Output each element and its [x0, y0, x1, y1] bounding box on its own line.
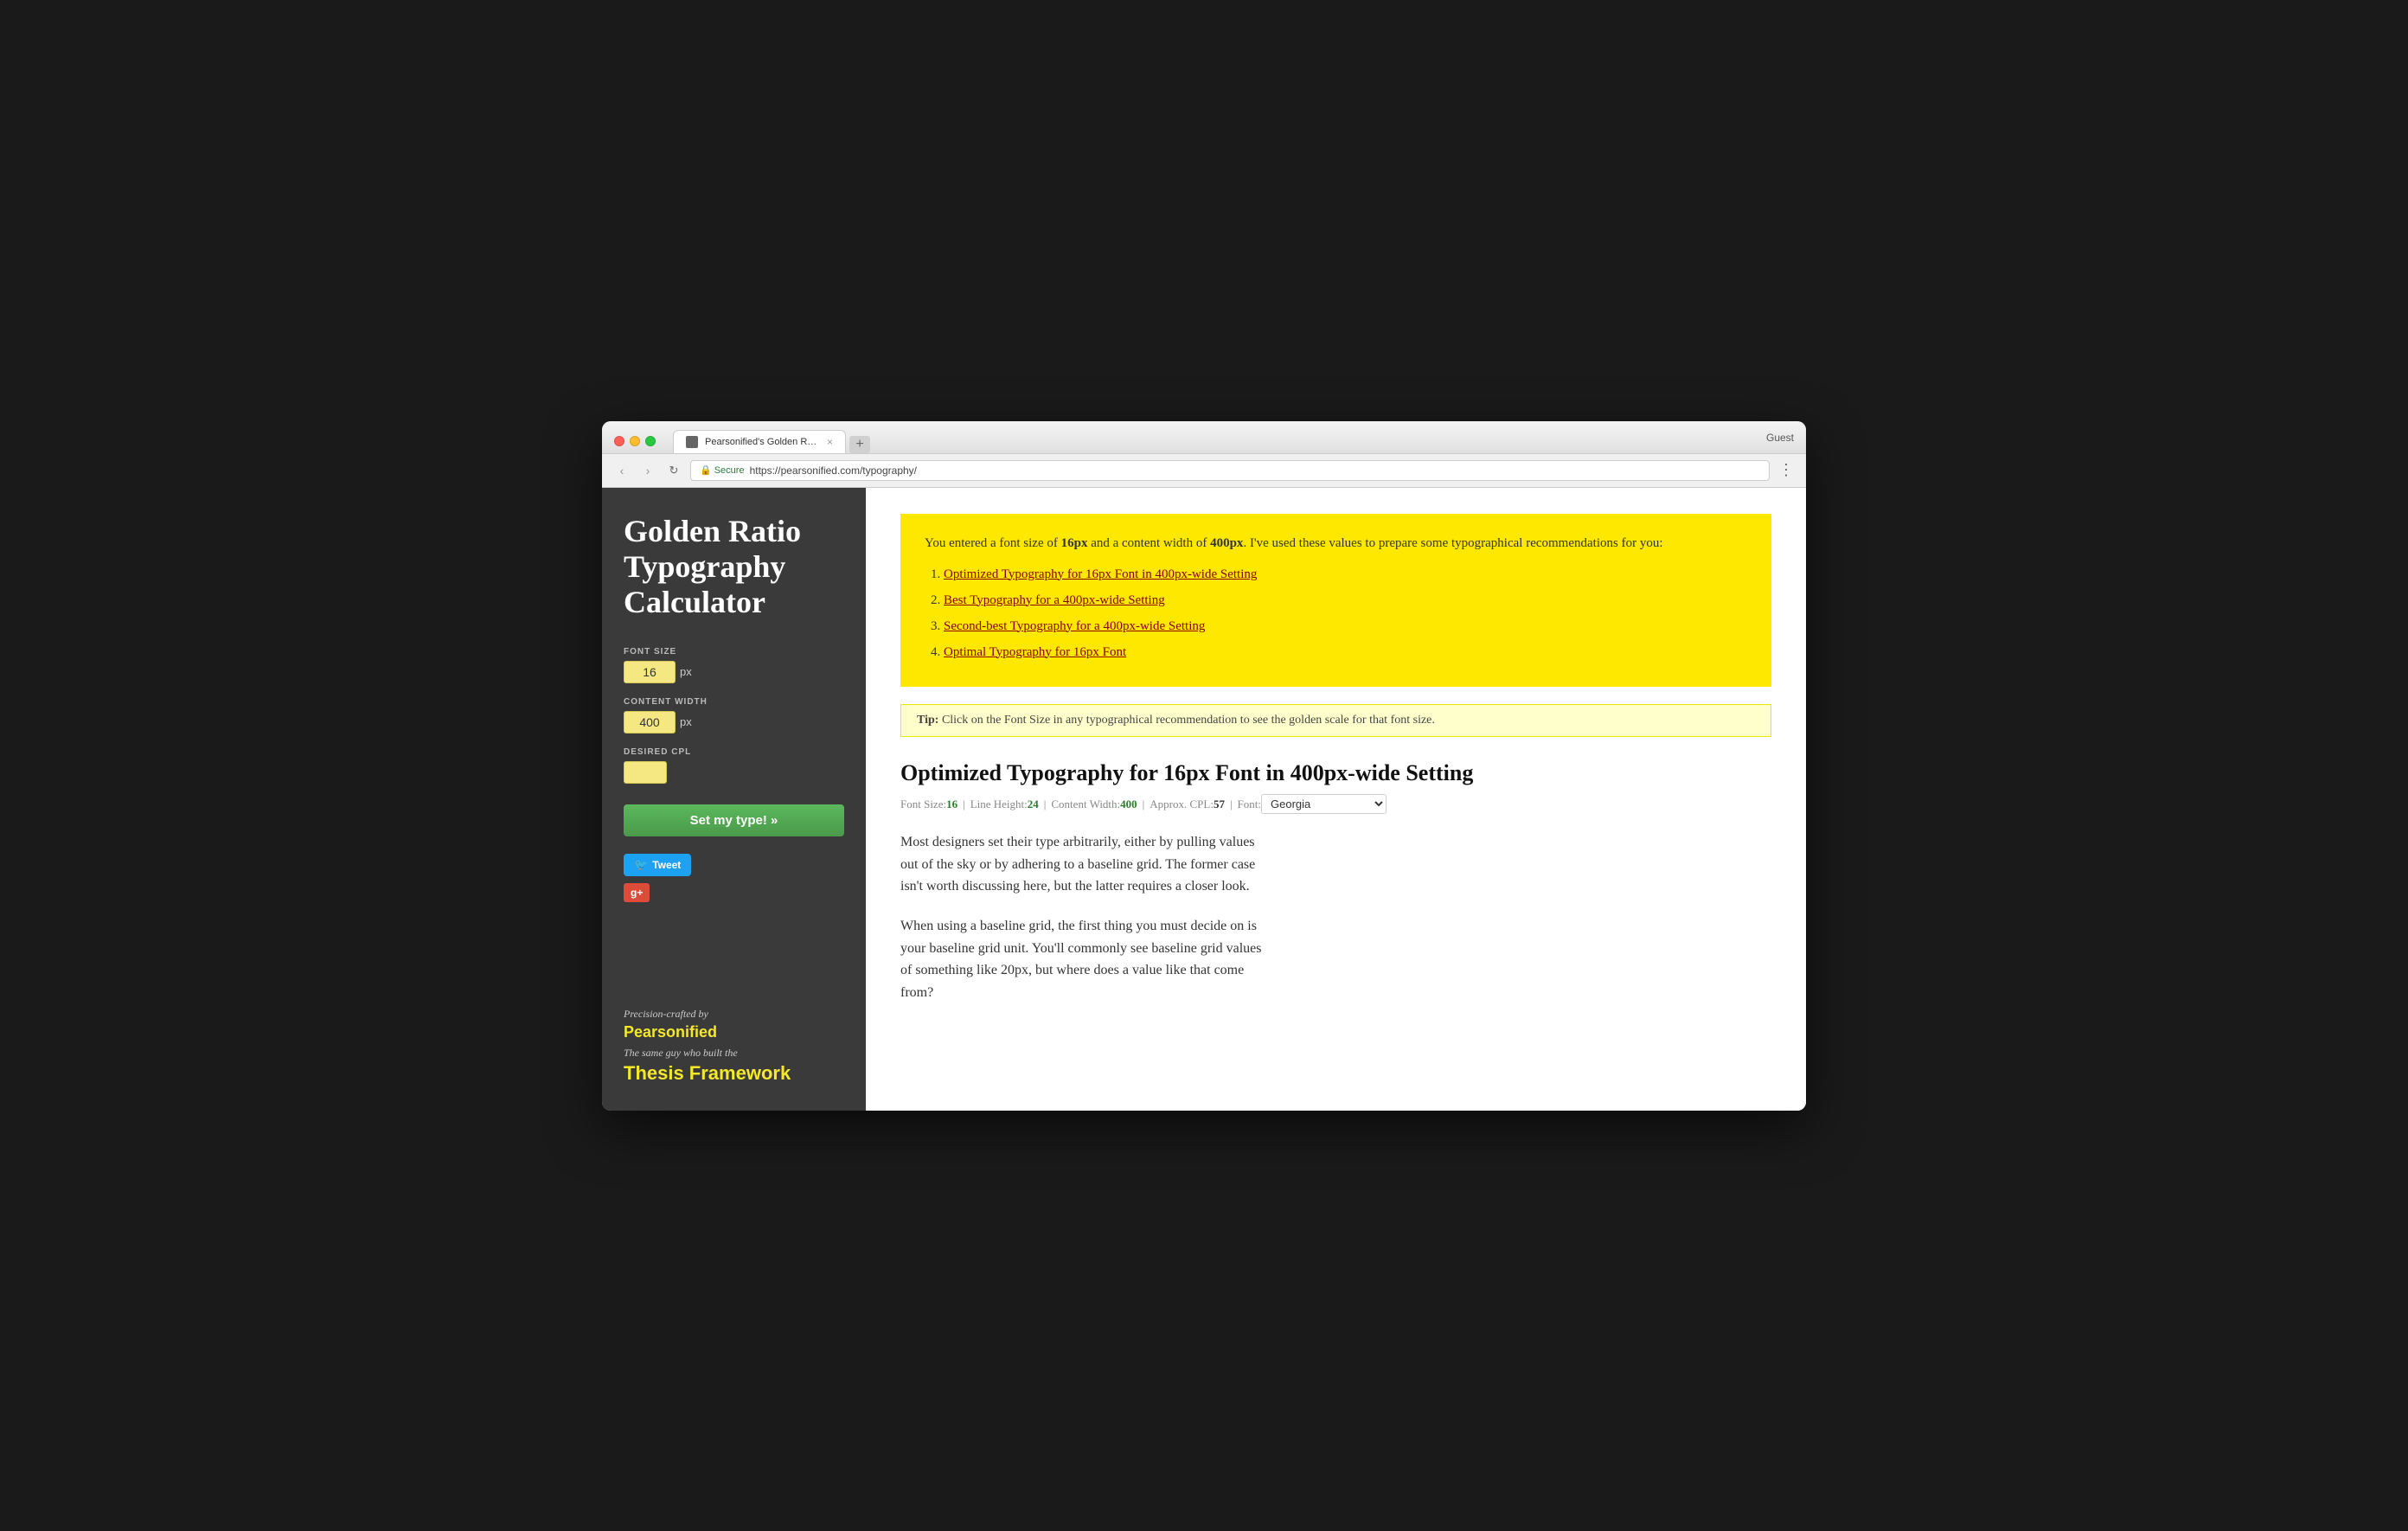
content-width-label: CONTENT WIDTH [624, 697, 844, 707]
desired-cpl-input[interactable] [624, 761, 667, 784]
browser-toolbar: ‹ › ↻ 🔒 Secure https://pearsonified.com/… [602, 454, 1806, 488]
traffic-lights [614, 436, 656, 446]
sidebar: Golden Ratio Typography Calculator FONT … [602, 488, 866, 1111]
intro-text: You entered a font size of 16px and a co… [925, 533, 1747, 554]
font-size-meta-val[interactable]: 16 [946, 798, 957, 811]
twitter-icon: 🐦 [634, 858, 648, 872]
yellow-intro-box: You entered a font size of 16px and a co… [900, 514, 1771, 687]
social-buttons: 🐦 Tweet g+ [624, 854, 844, 902]
tip-text: Click on the Font Size in any typographi… [938, 714, 1434, 727]
sidebar-title: Golden Ratio Typography Calculator [624, 514, 844, 621]
font-size-bold: 16px [1061, 536, 1088, 550]
url-text: https://pearsonified.com/typography/ [750, 464, 917, 477]
section-title: Optimized Typography for 16px Font in 40… [900, 759, 1771, 788]
desired-cpl-input-row [624, 761, 844, 784]
main-content: You entered a font size of 16px and a co… [866, 488, 1806, 1111]
tweet-button[interactable]: 🐦 Tweet [624, 854, 691, 876]
recommendation-link-3[interactable]: Second-best Typography for a 400px-wide … [944, 619, 1205, 633]
font-size-group: FONT SIZE px [624, 647, 844, 683]
list-item: Best Typography for a 400px-wide Setting [944, 590, 1747, 611]
content-width-group: CONTENT WIDTH px [624, 697, 844, 733]
browser-titlebar: Pearsonified's Golden Ratio Ty × + Guest [602, 421, 1806, 454]
font-meta-label: Font: [1238, 798, 1261, 811]
separator-3: | [1143, 798, 1145, 811]
secure-label: Secure [714, 465, 745, 476]
lock-icon: 🔒 [700, 464, 712, 476]
font-size-input-row: px [624, 661, 844, 683]
sidebar-footer: Precision-crafted by Pearsonified The sa… [624, 990, 844, 1085]
browser-window: Pearsonified's Golden Ratio Ty × + Guest… [602, 421, 1806, 1111]
back-button[interactable]: ‹ [612, 461, 631, 480]
tab-close-icon[interactable]: × [827, 436, 833, 448]
type-meta: Font Size: 16 | Line Height: 24 | Conten… [900, 794, 1771, 814]
thesis-link[interactable]: Thesis Framework [624, 1062, 844, 1085]
font-size-input[interactable] [624, 661, 676, 683]
body-text: Most designers set their type arbitraril… [900, 831, 1264, 1003]
secure-badge: 🔒 Secure [700, 464, 745, 476]
content-width-input[interactable] [624, 711, 676, 733]
content-width-unit: px [680, 715, 692, 728]
font-size-meta-label: Font Size: [900, 798, 946, 811]
intro-outro: . I've used these values to prepare some… [1243, 536, 1662, 550]
body-paragraph-2: When using a baseline grid, the first th… [900, 915, 1264, 1003]
font-select[interactable]: Georgia Arial Helvetica Times New Roman [1261, 794, 1387, 814]
recommendation-link-4[interactable]: Optimal Typography for 16px Font [944, 645, 1126, 659]
font-size-label: FONT SIZE [624, 647, 844, 657]
list-item: Optimized Typography for 16px Font in 40… [944, 564, 1747, 585]
content-width-input-row: px [624, 711, 844, 733]
separator-2: | [1044, 798, 1047, 811]
close-button[interactable] [614, 436, 624, 446]
new-tab-button[interactable]: + [849, 436, 870, 453]
guest-label: Guest [1766, 432, 1794, 451]
refresh-button[interactable]: ↻ [664, 461, 683, 480]
list-item: Second-best Typography for a 400px-wide … [944, 616, 1747, 637]
address-bar[interactable]: 🔒 Secure https://pearsonified.com/typogr… [690, 460, 1770, 481]
tweet-label: Tweet [652, 859, 681, 871]
forward-button[interactable]: › [638, 461, 657, 480]
desired-cpl-label: DESIRED CPL [624, 747, 844, 757]
recommendation-link-2[interactable]: Best Typography for a 400px-wide Setting [944, 593, 1165, 607]
content-width-meta-label: Content Width: [1051, 798, 1120, 811]
intro-prefix: You entered a font size of [925, 536, 1061, 550]
tab-favicon [686, 436, 698, 448]
minimize-button[interactable] [630, 436, 640, 446]
content-width-bold: 400px [1210, 536, 1243, 550]
browser-content: Golden Ratio Typography Calculator FONT … [602, 488, 1806, 1111]
tab-title: Pearsonified's Golden Ratio Ty [705, 437, 820, 447]
body-paragraph-1: Most designers set their type arbitraril… [900, 831, 1264, 898]
same-guy-text: The same guy who built the [624, 1047, 844, 1060]
desired-cpl-group: DESIRED CPL [624, 747, 844, 784]
recommendation-link-1[interactable]: Optimized Typography for 16px Font in 40… [944, 567, 1257, 581]
separator-4: | [1230, 798, 1233, 811]
gplus-button[interactable]: g+ [624, 883, 650, 902]
content-width-meta-val: 400 [1120, 798, 1137, 811]
browser-tabs: Pearsonified's Golden Ratio Ty × + [673, 430, 1758, 453]
line-height-meta-val: 24 [1028, 798, 1039, 811]
active-tab[interactable]: Pearsonified's Golden Ratio Ty × [673, 430, 846, 453]
recommendations-list: Optimized Typography for 16px Font in 40… [925, 564, 1747, 663]
intro-middle: and a content width of [1087, 536, 1210, 550]
tip-label: Tip: [917, 714, 938, 727]
cpl-meta-label: Approx. CPL: [1150, 798, 1214, 811]
list-item: Optimal Typography for 16px Font [944, 642, 1747, 663]
pearsonified-link[interactable]: Pearsonified [624, 1023, 844, 1041]
tip-box: Tip: Click on the Font Size in any typog… [900, 704, 1771, 737]
separator-1: | [963, 798, 965, 811]
cpl-meta-val: 57 [1214, 798, 1225, 811]
browser-menu-button[interactable]: ⋮ [1777, 461, 1796, 480]
font-size-unit: px [680, 665, 692, 678]
crafted-by-text: Precision-crafted by [624, 1008, 844, 1021]
line-height-meta-label: Line Height: [970, 798, 1028, 811]
maximize-button[interactable] [645, 436, 656, 446]
set-type-button[interactable]: Set my type! » [624, 804, 844, 836]
